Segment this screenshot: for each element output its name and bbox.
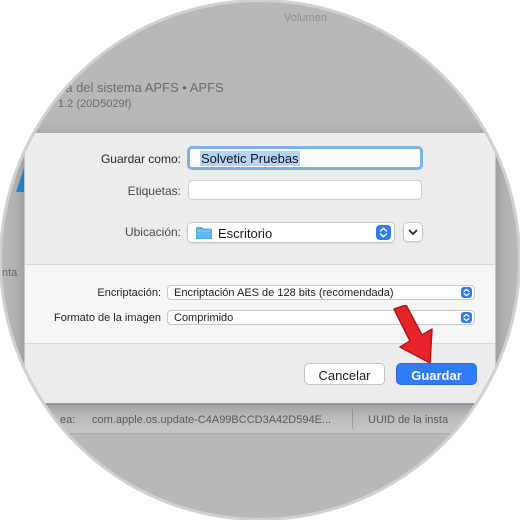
info-strip-divider xyxy=(352,409,353,429)
volume-label: Volumen xyxy=(284,12,327,24)
save-as-field[interactable]: Solvetic Pruebas xyxy=(187,146,423,170)
info-strip-identifier: com.apple.os.update-C4A99BCCD3A42D594E..… xyxy=(92,414,332,426)
info-strip: ea: com.apple.os.update-C4A99BCCD3A42D59… xyxy=(2,404,518,434)
encryption-value: Encriptación AES de 128 bits (recomendad… xyxy=(174,287,394,299)
info-strip-uuid-label: UUID de la insta xyxy=(368,414,449,426)
chevron-down-icon xyxy=(408,229,418,235)
location-label: Ubicación: xyxy=(124,225,181,239)
save-as-label: Guardar como: xyxy=(100,152,181,166)
volume-title: c xyxy=(58,30,81,74)
volume-version: 1.2 (20D5029f) xyxy=(58,98,132,110)
encryption-label: Encriptación: xyxy=(97,287,161,299)
dialog-top-section: Guardar como: Solvetic Pruebas Etiquetas… xyxy=(25,133,495,263)
image-format-value: Comprimido xyxy=(174,312,234,324)
location-value: Escritorio xyxy=(218,226,273,241)
zoom-circle: Volumen c ea del sistema APFS • APFS 1.2… xyxy=(2,2,518,518)
background-left-label: nta xyxy=(2,267,18,279)
encryption-stepper-icon xyxy=(461,287,472,298)
red-arrow-annotation-icon xyxy=(393,305,433,364)
volume-subtitle: ea del sistema APFS • APFS xyxy=(58,80,224,95)
expand-dialog-button[interactable] xyxy=(403,222,423,242)
image-format-label: Formato de la imagen xyxy=(54,312,161,324)
image-format-stepper-icon xyxy=(461,312,472,323)
encryption-select[interactable]: Encriptación AES de 128 bits (recomendad… xyxy=(167,285,475,300)
cancel-button[interactable]: Cancelar xyxy=(304,363,385,385)
folder-icon xyxy=(196,227,212,239)
tags-label: Etiquetas: xyxy=(127,184,181,198)
save-as-value: Solvetic Pruebas xyxy=(200,151,300,166)
location-stepper-icon xyxy=(376,225,391,240)
info-strip-label: ea: xyxy=(60,414,76,426)
location-select[interactable]: Escritorio xyxy=(187,222,395,243)
tags-field[interactable] xyxy=(188,180,422,200)
